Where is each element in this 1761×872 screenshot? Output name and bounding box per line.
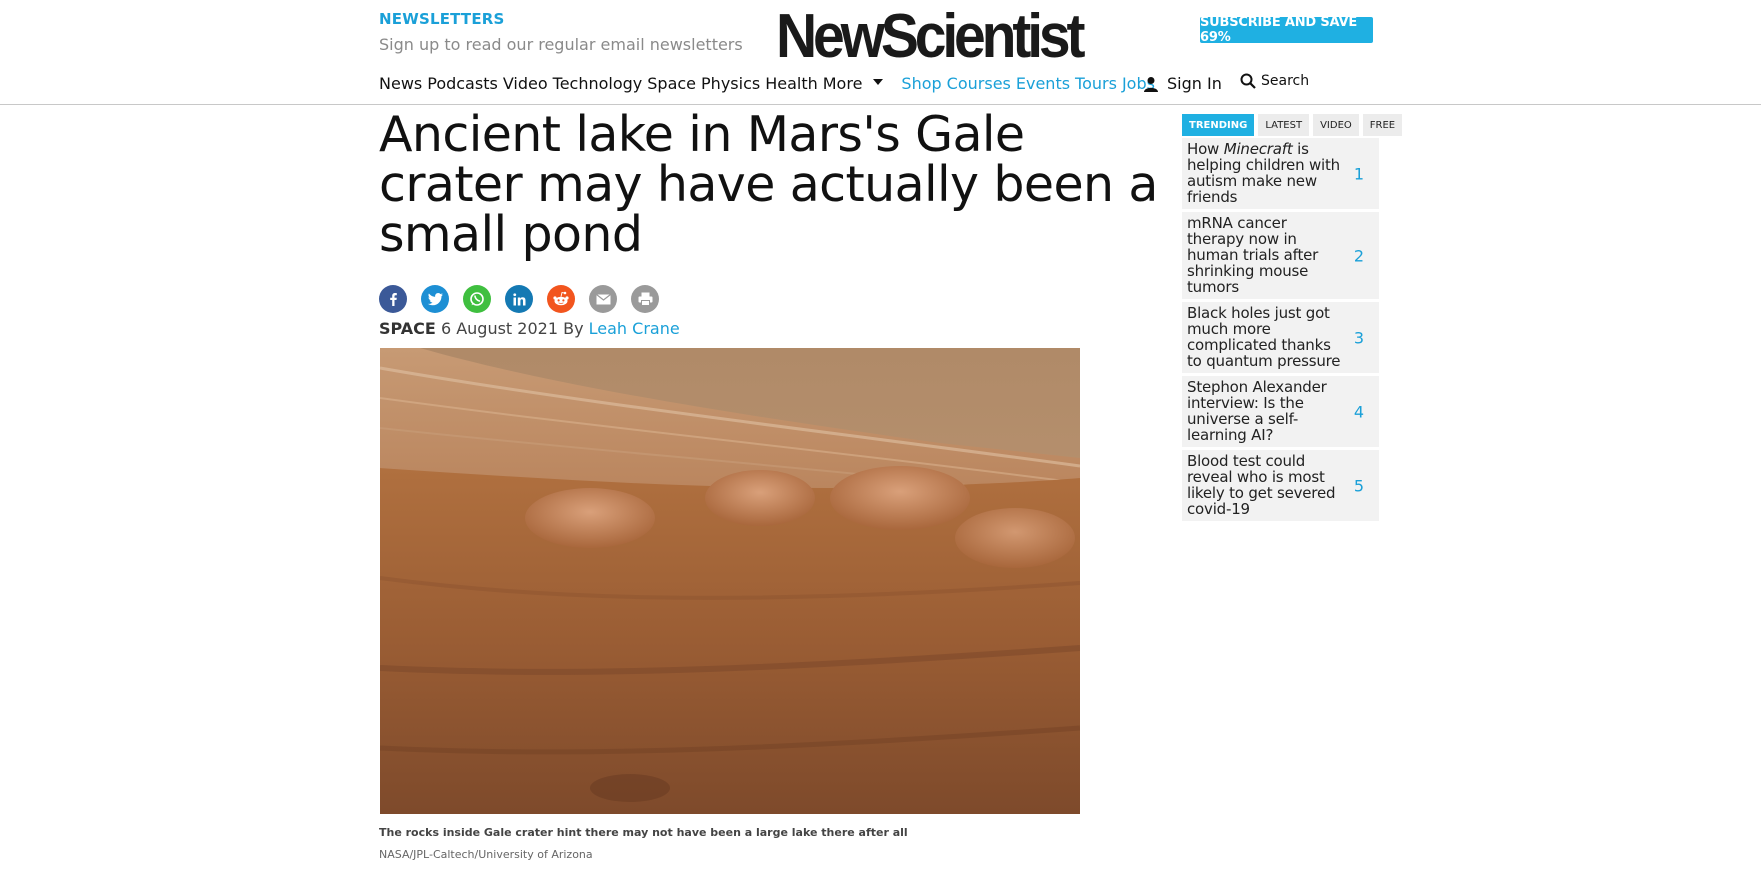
trending-item-title: Stephon Alexander interview: Is the univ… — [1187, 378, 1327, 444]
nav-item-events[interactable]: Events — [1016, 74, 1070, 93]
trending-rank: 3 — [1353, 328, 1364, 347]
trending-rank: 4 — [1353, 402, 1364, 421]
new-scientist-logo[interactable]: NewScientist — [776, 6, 1085, 68]
section-link[interactable]: SPACE — [379, 319, 436, 338]
nav-item-more[interactable]: More — [823, 74, 863, 93]
nav-item-video[interactable]: Video — [503, 74, 548, 93]
newsletters-link[interactable]: NEWSLETTERS — [379, 10, 505, 28]
article-headline: Ancient lake in Mars's Gale crater may h… — [379, 106, 1158, 263]
twitter-icon[interactable] — [421, 285, 449, 313]
author-link[interactable]: Leah Crane — [589, 319, 680, 338]
trending-item[interactable]: How Minecraft is helping children with a… — [1182, 138, 1379, 209]
image-credit: NASA/JPL-Caltech/University of Arizona — [379, 848, 593, 861]
sign-in-link[interactable]: Sign In — [1143, 74, 1222, 93]
print-icon[interactable] — [631, 285, 659, 313]
search-icon — [1240, 73, 1256, 89]
trending-rank: 5 — [1353, 476, 1364, 495]
trending-item[interactable]: Black holes just got much more complicat… — [1182, 302, 1379, 373]
nav-item-podcasts[interactable]: Podcasts — [427, 74, 498, 93]
tab-latest[interactable]: LATEST — [1258, 114, 1310, 136]
tab-video[interactable]: VIDEO — [1313, 114, 1359, 136]
sign-in-label: Sign In — [1167, 74, 1222, 93]
trending-item[interactable]: Blood test could reveal who is most like… — [1182, 450, 1379, 521]
trending-item-title: Blood test could reveal who is most like… — [1187, 452, 1336, 518]
article-byline: SPACE 6 August 2021 By Leah Crane — [379, 319, 680, 338]
trending-item-title: Black holes just got much more complicat… — [1187, 304, 1341, 370]
search-button[interactable]: Search — [1240, 73, 1309, 89]
main-nav: News Podcasts Video Technology Space Phy… — [379, 74, 1160, 93]
trending-item[interactable]: mRNA cancer therapy now in human trials … — [1182, 212, 1379, 299]
email-icon[interactable] — [589, 285, 617, 313]
newsletters-subtitle[interactable]: Sign up to read our regular email newsle… — [379, 35, 743, 54]
trending-item-title: mRNA cancer therapy now in human trials … — [1187, 214, 1319, 296]
tab-trending[interactable]: TRENDING — [1182, 114, 1255, 136]
whatsapp-icon[interactable] — [463, 285, 491, 313]
trending-rank: 1 — [1353, 164, 1364, 183]
chevron-down-icon[interactable] — [873, 78, 884, 85]
tab-free[interactable]: FREE — [1362, 114, 1403, 136]
byline-by: By — [563, 319, 584, 338]
nav-item-news[interactable]: News — [379, 74, 422, 93]
nav-item-physics[interactable]: Physics — [701, 74, 760, 93]
subscribe-button[interactable]: SUBSCRIBE AND SAVE 69% — [1200, 15, 1373, 45]
article-hero-image — [380, 348, 1080, 814]
reddit-icon[interactable] — [547, 285, 575, 313]
nav-item-tours[interactable]: Tours — [1075, 74, 1117, 93]
nav-item-space[interactable]: Space — [647, 74, 696, 93]
search-label: Search — [1261, 73, 1310, 89]
facebook-icon[interactable] — [379, 285, 407, 313]
image-caption: The rocks inside Gale crater hint there … — [379, 826, 908, 839]
sidebar-tabs: TRENDING LATEST VIDEO FREE — [1182, 114, 1406, 136]
nav-item-shop[interactable]: Shop — [901, 74, 941, 93]
publish-date: 6 August 2021 — [440, 319, 558, 338]
nav-item-technology[interactable]: Technology — [553, 74, 643, 93]
site-header: NEWSLETTERS Sign up to read our regular … — [0, 0, 1761, 105]
share-bar — [379, 285, 673, 313]
trending-item-title: How Minecraft is helping children with a… — [1187, 141, 1343, 205]
nav-item-health[interactable]: Health — [765, 74, 818, 93]
trending-item[interactable]: Stephon Alexander interview: Is the univ… — [1182, 376, 1379, 447]
user-icon — [1143, 76, 1159, 92]
trending-rank: 2 — [1353, 246, 1364, 265]
nav-item-courses[interactable]: Courses — [947, 74, 1011, 93]
trending-list: How Minecraft is helping children with a… — [1182, 138, 1379, 524]
linkedin-icon[interactable] — [505, 285, 533, 313]
